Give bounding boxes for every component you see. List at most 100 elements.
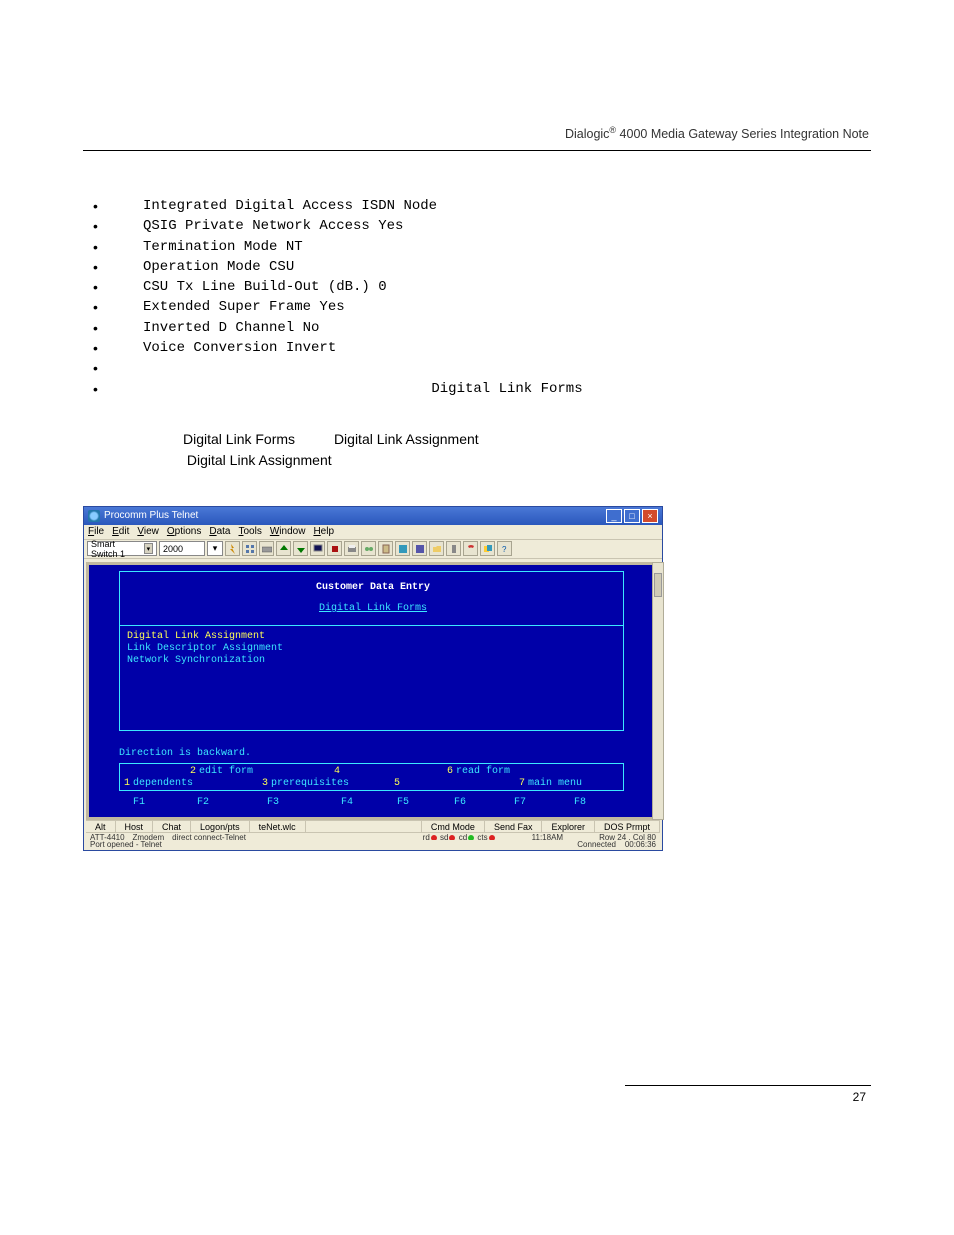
bullet-item: Inverted D Channel No	[83, 318, 871, 338]
fkey-f4[interactable]: F4	[341, 797, 353, 809]
tool-phone-icon[interactable]	[463, 541, 478, 556]
status-connected: Connected	[577, 840, 616, 849]
tool-help-icon[interactable]: ?	[497, 541, 512, 556]
fkey-f5[interactable]: F5	[397, 797, 409, 809]
menu-edit[interactable]: Edit	[112, 526, 129, 537]
bullet-item: Extended Super Frame Yes	[83, 297, 871, 317]
terminal-menu-item[interactable]: Link Descriptor Assignment	[127, 643, 283, 655]
menu-options[interactable]: Options	[167, 526, 201, 537]
header-brand: Dialogic	[565, 127, 609, 141]
fkey-f6[interactable]: F6	[454, 797, 466, 809]
bullet-text: Termination Mode NT	[143, 239, 303, 255]
bullet-text: CSU Tx Line Build-Out (dB.) 0	[143, 279, 387, 295]
vertical-scrollbar[interactable]	[652, 562, 664, 820]
page-header: Dialogic® 4000 Media Gateway Series Inte…	[565, 125, 869, 141]
fkey-f1[interactable]: F1	[133, 797, 145, 809]
tool-folder-icon[interactable]	[429, 541, 444, 556]
bullet-list: Integrated Digital Access ISDN Node QSIG…	[83, 196, 871, 399]
procomm-window: Procomm Plus Telnet _ □ × File Edit View…	[83, 506, 663, 851]
maximize-button[interactable]: □	[624, 509, 640, 523]
bullet-text: Voice Conversion Invert	[143, 340, 336, 356]
terminal-menu-item[interactable]: Network Synchronization	[127, 655, 265, 667]
bullet-item: Integrated Digital Access ISDN Node	[83, 196, 871, 216]
header-suffix: 4000 Media Gateway Series Integration No…	[616, 127, 869, 141]
tool-keyboard-icon[interactable]	[259, 541, 274, 556]
bullet-text: QSIG Private Network Access Yes	[143, 218, 403, 234]
tool-paste-icon[interactable]	[378, 541, 393, 556]
bullet-text: Integrated Digital Access ISDN Node	[143, 198, 437, 214]
menu-file[interactable]: File	[88, 526, 104, 537]
terminal-title-box	[119, 571, 624, 626]
page-number: 27	[853, 1090, 866, 1104]
para-text: Digital Link Forms	[183, 431, 295, 447]
para-text: Digital Link Assignment	[334, 431, 479, 447]
minimize-button[interactable]: _	[606, 509, 622, 523]
bullet-item: CSU Tx Line Build-Out (dB.) 0	[83, 277, 871, 297]
menu-help[interactable]: Help	[313, 526, 334, 537]
fn-label-prerequisites[interactable]: prerequisites	[271, 778, 349, 790]
fkey-f2[interactable]: F2	[197, 797, 209, 809]
tool-cards-icon[interactable]	[480, 541, 495, 556]
bullet-item: Operation Mode CSU	[83, 257, 871, 277]
bullet-item-center: Digital Link Forms	[83, 379, 871, 399]
window-title: Procomm Plus Telnet	[104, 510, 198, 521]
combo-switch-value: Smart Switch 1	[91, 539, 140, 559]
bullet-item: Termination Mode NT	[83, 237, 871, 257]
scrollbar-thumb[interactable]	[654, 573, 662, 597]
fn-num-4: 4	[334, 766, 340, 778]
menu-view[interactable]: View	[137, 526, 159, 537]
fkey-f8[interactable]: F8	[574, 797, 586, 809]
combo-port-value: 2000	[163, 544, 183, 554]
terminal-subtitle: Digital Link Forms	[89, 603, 657, 615]
fkey-f3[interactable]: F3	[267, 797, 279, 809]
tool-lightning-icon[interactable]	[225, 541, 240, 556]
combo-port[interactable]: 2000	[159, 541, 205, 556]
tool-up-icon[interactable]	[276, 541, 291, 556]
fn-label-read-form[interactable]: read form	[456, 766, 510, 778]
tool-monitor-icon[interactable]	[310, 541, 325, 556]
terminal-title: Customer Data Entry	[89, 582, 657, 594]
menu-window[interactable]: Window	[270, 526, 306, 537]
page: Dialogic® 4000 Media Gateway Series Inte…	[0, 0, 954, 1235]
terminal-menu-selected[interactable]: Digital Link Assignment	[127, 631, 265, 643]
fn-label-edit-form[interactable]: edit form	[199, 766, 253, 778]
footer-rule	[625, 1085, 871, 1086]
terminal[interactable]: Customer Data Entry Digital Link Forms D…	[89, 565, 657, 817]
para-text: Digital Link Assignment	[187, 452, 332, 468]
fn-num-6: 6	[447, 766, 453, 778]
titlebar[interactable]: Procomm Plus Telnet _ □ ×	[84, 507, 662, 525]
terminal-message: Direction is backward.	[119, 748, 251, 760]
header-rule	[83, 150, 871, 151]
app-icon	[88, 510, 100, 522]
tool-down-icon[interactable]	[293, 541, 308, 556]
tool-disk-icon[interactable]	[412, 541, 427, 556]
fn-label-main-menu[interactable]: main menu	[528, 778, 582, 790]
close-button[interactable]: ×	[642, 509, 658, 523]
tool-print-icon[interactable]	[344, 541, 359, 556]
terminal-frame: Customer Data Entry Digital Link Forms D…	[86, 562, 660, 820]
bullet-item: QSIG Private Network Access Yes	[83, 216, 871, 236]
fkey-f7[interactable]: F7	[514, 797, 526, 809]
tool-grid-icon[interactable]	[242, 541, 257, 556]
menu-tools[interactable]: Tools	[238, 526, 261, 537]
bullet-text: Extended Super Frame Yes	[143, 299, 345, 315]
combo-port-dropdown[interactable]: ▾	[207, 541, 223, 556]
fn-num-7: 7	[519, 778, 525, 790]
status-port: Port opened - Telnet	[90, 840, 162, 849]
chevron-down-icon[interactable]: ▾	[144, 543, 153, 554]
fn-label-dependents[interactable]: dependents	[133, 778, 193, 790]
status-duration: 00:06:36	[625, 840, 656, 849]
tool-screen-icon[interactable]	[395, 541, 410, 556]
paragraph: Digital Link Forms Digital Link Assignme…	[83, 429, 871, 471]
fn-num-5: 5	[394, 778, 400, 790]
menu-data[interactable]: Data	[209, 526, 230, 537]
fn-num-2: 2	[190, 766, 196, 778]
combo-switch[interactable]: Smart Switch 1 ▾	[87, 541, 157, 556]
menubar: File Edit View Options Data Tools Window…	[84, 525, 662, 539]
svg-text:?: ?	[502, 545, 507, 554]
tool-tower-icon[interactable]	[446, 541, 461, 556]
bullet-item: Voice Conversion Invert	[83, 338, 871, 358]
tool-connect-icon[interactable]	[361, 541, 376, 556]
tool-stop-icon[interactable]	[327, 541, 342, 556]
body: Integrated Digital Access ISDN Node QSIG…	[83, 196, 871, 851]
